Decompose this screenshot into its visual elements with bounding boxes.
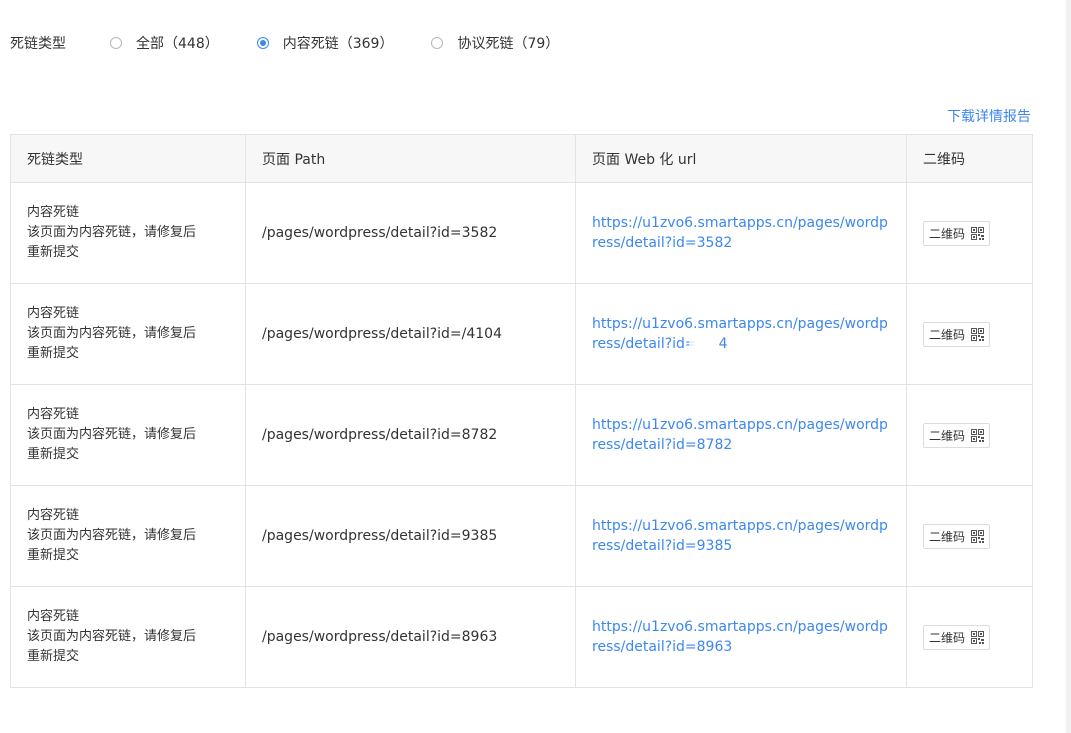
header-web-url: 页面 Web 化 url [575, 134, 907, 183]
web-url-link[interactable]: https://u1zvo6.smartapps.cn/pages/wordpr… [592, 518, 888, 554]
path-cell: /pages/wordpress/detail?id=3582 [245, 182, 576, 284]
url-cell: https://u1zvo6.smartapps.cn/pages/wordpr… [575, 283, 907, 385]
table-header-row: 死链类型 页面 Path 页面 Web 化 url 二维码 [10, 134, 1033, 183]
qr-cell: 二维码 [906, 586, 1033, 688]
qr-code-button[interactable]: 二维码 [923, 220, 991, 246]
radio-label-protocol: 协议死链（79） [457, 36, 560, 52]
header-type: 死链类型 [10, 134, 246, 183]
qr-code-icon [971, 630, 985, 644]
web-url-link[interactable]: https://u1zvo6.smartapps.cn/pages/wordpr… [592, 215, 888, 251]
qr-button-label: 二维码 [929, 428, 966, 443]
type-title: 内容死链 [27, 609, 80, 624]
radio-option-content[interactable]: 内容死链（369） [256, 33, 394, 53]
qr-code-button[interactable]: 二维码 [923, 624, 991, 650]
type-description: 该页面为内容死链，请修复后 [27, 326, 197, 341]
radio-icon[interactable] [110, 37, 122, 49]
path-cell: /pages/wordpress/detail?id=9385 [245, 485, 576, 587]
type-cell: 内容死链 该页面为内容死链，请修复后 重新提交 [10, 586, 246, 688]
web-url-prefix: https://u1zvo6.smartapps.cn/pages/wordpr… [592, 316, 888, 352]
qr-code-button[interactable]: 二维码 [923, 422, 991, 448]
download-report-link[interactable]: 下载详情报告 [947, 106, 1031, 126]
type-description-cont: 重新提交 [27, 548, 80, 563]
table-row: 内容死链 该页面为内容死链，请修复后 重新提交 /pages/wordpress… [10, 586, 1033, 688]
radio-label-content: 内容死链（369） [282, 36, 394, 52]
qr-cell: 二维码 [906, 485, 1033, 587]
table-row: 内容死链 该页面为内容死链，请修复后 重新提交 /pages/wordpress… [10, 384, 1033, 486]
path-cell: /pages/wordpress/detail?id=/4104 [245, 283, 576, 385]
type-description: 该页面为内容死链，请修复后 [27, 528, 197, 543]
url-cell: https://u1zvo6.smartapps.cn/pages/wordpr… [575, 384, 907, 486]
type-description: 该页面为内容死链，请修复后 [27, 225, 197, 240]
type-description-cont: 重新提交 [27, 447, 80, 462]
blur-mask [688, 335, 723, 353]
qr-code-button[interactable]: 二维码 [923, 321, 991, 347]
qr-button-label: 二维码 [929, 630, 966, 645]
dead-link-table: 死链类型 页面 Path 页面 Web 化 url 二维码 内容死链 该页面为内… [10, 134, 1033, 688]
radio-icon-checked[interactable] [256, 37, 269, 49]
type-title: 内容死链 [27, 407, 80, 422]
qr-cell: 二维码 [906, 182, 1033, 284]
type-description-cont: 重新提交 [27, 649, 80, 664]
header-qr: 二维码 [906, 134, 1033, 183]
type-cell: 内容死链 该页面为内容死链，请修复后 重新提交 [10, 384, 246, 486]
table-row: 内容死链 该页面为内容死链，请修复后 重新提交 /pages/wordpress… [10, 283, 1033, 385]
type-cell: 内容死链 该页面为内容死链，请修复后 重新提交 [10, 283, 246, 385]
web-url-link[interactable]: https://u1zvo6.smartapps.cn/pages/wordpr… [592, 316, 888, 353]
type-description-cont: 重新提交 [27, 245, 80, 260]
qr-code-icon [971, 226, 985, 240]
header-path: 页面 Path [245, 134, 576, 183]
scrollbar-track [1066, 0, 1071, 733]
radio-option-protocol[interactable]: 协议死链（79） [431, 33, 559, 53]
web-url-link[interactable]: https://u1zvo6.smartapps.cn/pages/wordpr… [592, 619, 888, 655]
path-cell: /pages/wordpress/detail?id=8782 [245, 384, 576, 486]
dead-link-type-filter: 死链类型 全部（448） 内容死链（369） 协议死链（79） [10, 33, 597, 53]
qr-button-label: 二维码 [929, 529, 966, 544]
filter-label: 死链类型 [10, 36, 66, 52]
qr-code-icon [971, 327, 985, 341]
type-cell: 内容死链 该页面为内容死链，请修复后 重新提交 [10, 485, 246, 587]
table-row: 内容死链 该页面为内容死链，请修复后 重新提交 /pages/wordpress… [10, 182, 1033, 284]
type-title: 内容死链 [27, 205, 80, 220]
web-url-suffix: 4 [718, 336, 728, 352]
qr-button-label: 二维码 [929, 327, 966, 342]
type-cell: 内容死链 该页面为内容死链，请修复后 重新提交 [10, 182, 246, 284]
qr-cell: 二维码 [906, 283, 1033, 385]
radio-icon[interactable] [431, 37, 444, 49]
qr-code-button[interactable]: 二维码 [923, 523, 991, 549]
qr-button-label: 二维码 [929, 226, 966, 241]
qr-code-icon [971, 428, 985, 442]
type-description: 该页面为内容死链，请修复后 [27, 427, 197, 442]
type-description: 该页面为内容死链，请修复后 [27, 629, 197, 644]
radio-label-all: 全部（448） [136, 36, 219, 52]
table-row: 内容死链 该页面为内容死链，请修复后 重新提交 /pages/wordpress… [10, 485, 1033, 587]
qr-code-icon [971, 529, 985, 543]
type-title: 内容死链 [27, 508, 80, 523]
type-title: 内容死链 [27, 306, 80, 321]
qr-cell: 二维码 [906, 384, 1033, 486]
type-description-cont: 重新提交 [27, 346, 80, 361]
url-cell: https://u1zvo6.smartapps.cn/pages/wordpr… [575, 182, 907, 284]
url-cell: https://u1zvo6.smartapps.cn/pages/wordpr… [575, 485, 907, 587]
radio-option-all[interactable]: 全部（448） [110, 33, 219, 53]
path-cell: /pages/wordpress/detail?id=8963 [245, 586, 576, 688]
web-url-link[interactable]: https://u1zvo6.smartapps.cn/pages/wordpr… [592, 417, 888, 453]
url-cell: https://u1zvo6.smartapps.cn/pages/wordpr… [575, 586, 907, 688]
